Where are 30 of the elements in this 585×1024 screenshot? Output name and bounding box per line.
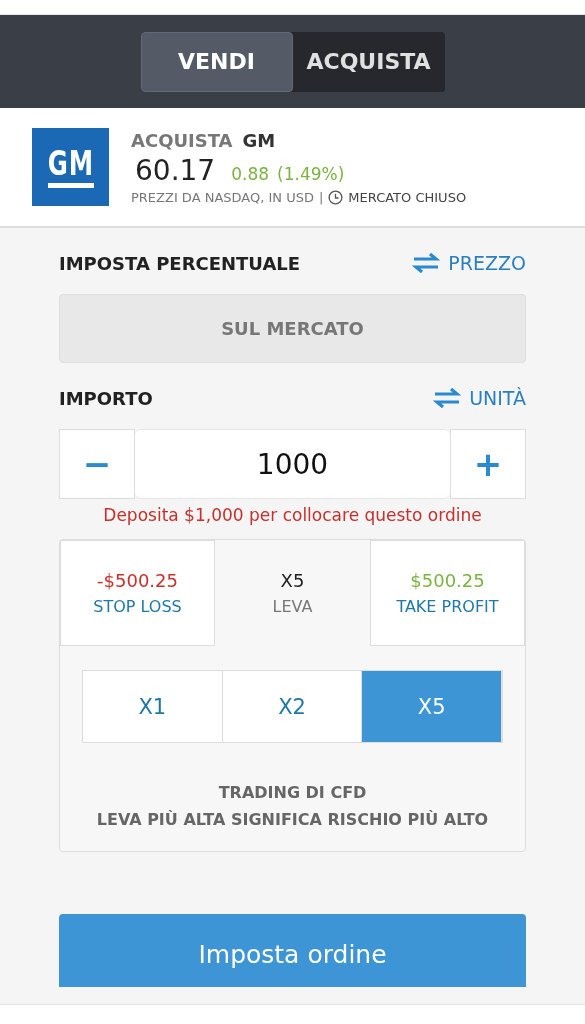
market-rate-button[interactable]: SUL MERCATO [59,294,526,363]
swap-icon [412,253,441,273]
leverage-option[interactable]: X1 [83,671,223,742]
risk-tab[interactable]: $500.25 TAKE PROFIT [370,540,525,646]
submit-order-button[interactable]: Imposta ordine [59,914,526,987]
price: 60.17 [134,153,216,187]
amount-field[interactable]: 1000 [135,429,450,499]
risk-tab[interactable]: -$500.25 STOP LOSS [60,540,215,646]
side-tab[interactable]: VENDI [140,31,293,92]
company-logo: GM [32,128,109,206]
swap-icon [433,388,462,408]
clock-icon [328,189,344,205]
section-title: IMPOSTA PERCENTUALE [59,252,301,274]
separator: | [318,189,324,205]
action-label: ACQUISTA [131,129,233,151]
warning-text: LEVA PIÙ ALTA SIGNIFICA RISCHIO PIÙ ALTO [96,810,489,829]
warning-title: TRADING DI CFD [218,783,367,802]
price-source: PREZZI DA NASDAQ, IN USD [131,189,314,205]
section-title: IMPORTO [59,387,153,409]
leverage-option[interactable]: X5 [362,671,502,742]
error-message: Deposita $1,000 per collocare questo ordine [102,505,483,525]
increase-button[interactable]: + [450,429,526,499]
market-status: MERCATO CHIUSO [348,189,467,205]
decrease-button[interactable]: − [59,429,135,499]
units-switch-link[interactable]: UNITÀ [433,387,526,409]
price-change-percent: (1.49%) [277,163,345,184]
ticker-symbol: GM [242,129,276,151]
price-change: 0.88 [231,163,270,184]
price-switch-link[interactable]: PREZZO [412,252,526,274]
leverage-option[interactable]: X2 [222,671,363,742]
